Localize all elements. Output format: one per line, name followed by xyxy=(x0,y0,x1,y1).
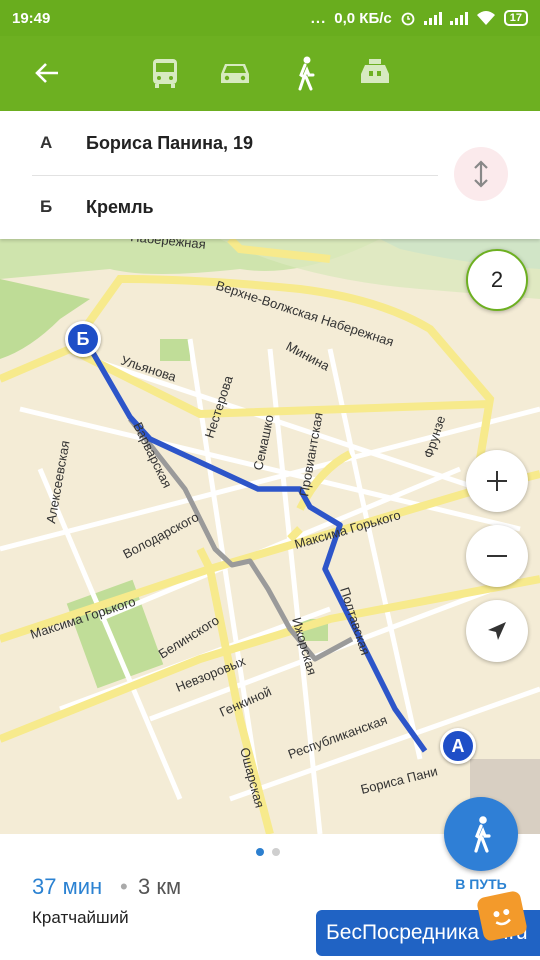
route-from-letter: А xyxy=(40,133,53,152)
route-from-address: Бориса Панина, 19 xyxy=(86,132,254,153)
summary-separator: • xyxy=(120,874,128,899)
my-location-button[interactable] xyxy=(466,600,528,662)
swap-vertical-icon xyxy=(474,160,488,188)
watermark-mascot-icon xyxy=(475,889,529,943)
bus-icon xyxy=(153,59,177,88)
origin-marker-a[interactable]: А xyxy=(440,728,476,764)
back-arrow-icon xyxy=(35,63,58,83)
mode-car-button[interactable] xyxy=(210,48,260,98)
back-button[interactable] xyxy=(22,48,72,98)
route-pager-dots xyxy=(256,848,280,856)
network-speed: 0,0 КБ/с xyxy=(334,9,392,27)
taxi-icon xyxy=(361,59,389,83)
layers-count-button[interactable]: 2 xyxy=(466,249,528,311)
signal-icon-2 xyxy=(449,11,468,25)
route-to-address: Кремль xyxy=(86,196,154,217)
walk-icon xyxy=(474,816,491,853)
route-duration: 37 мин xyxy=(32,874,103,899)
watermark-text: БесПосредника xyxy=(326,921,480,944)
route-to-letter: Б xyxy=(40,197,53,216)
start-navigation-button[interactable] xyxy=(444,797,518,871)
swap-route-button[interactable] xyxy=(454,147,508,201)
notification-dots: ... xyxy=(310,9,327,27)
route-to-field[interactable]: Б Кремль xyxy=(0,175,440,239)
minus-icon xyxy=(487,555,507,557)
car-icon xyxy=(221,64,249,83)
route-distance: 3 км xyxy=(138,874,182,899)
navigation-arrow-icon xyxy=(488,622,506,640)
start-navigation-label[interactable]: В ПУТЬ xyxy=(430,876,532,892)
status-time: 19:49 xyxy=(12,9,51,27)
battery-indicator: 17 xyxy=(503,10,528,26)
top-toolbar xyxy=(0,36,540,111)
mode-taxi-button[interactable] xyxy=(350,48,400,98)
alarm-icon xyxy=(401,12,415,26)
mode-bus-button[interactable] xyxy=(140,48,190,98)
plus-icon xyxy=(487,471,507,491)
zoom-in-button[interactable] xyxy=(466,450,528,512)
wifi-icon xyxy=(476,11,495,25)
destination-marker-b[interactable]: Б xyxy=(65,321,101,357)
zoom-out-button[interactable] xyxy=(466,525,528,587)
walk-icon xyxy=(298,56,315,91)
signal-icon xyxy=(423,11,442,25)
mode-walk-button[interactable] xyxy=(280,48,330,98)
route-type: Кратчайший xyxy=(32,908,129,927)
route-from-field[interactable]: А Бориса Панина, 19 xyxy=(0,111,440,175)
status-bar: 19:49 ... 0,0 КБ/с 17 xyxy=(0,0,540,36)
